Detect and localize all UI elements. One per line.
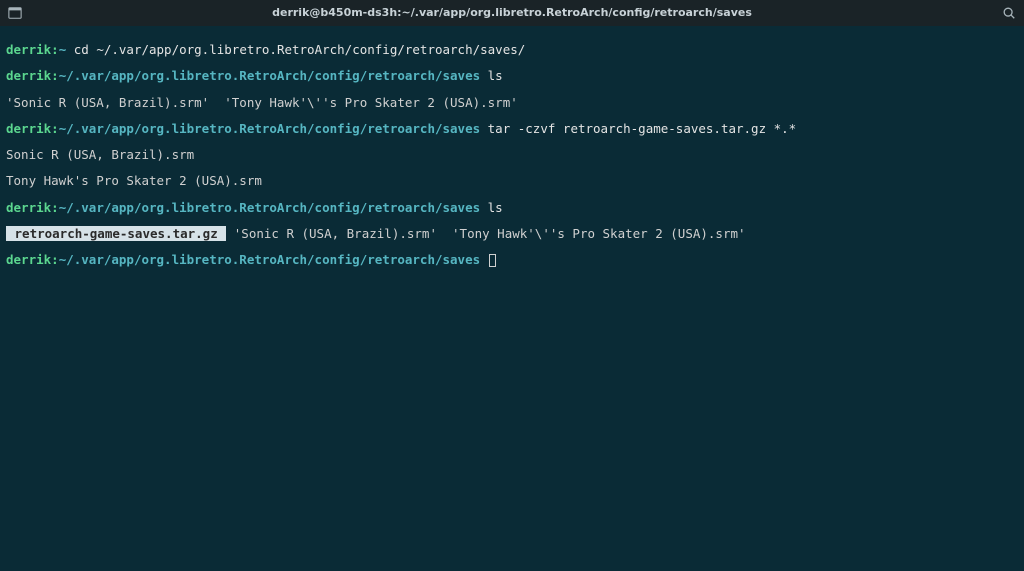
prompt-path: ~/.var/app/org.libretro.RetroArch/config… (59, 252, 480, 267)
terminal-line: derrik:~/.var/app/org.libretro.RetroArch… (6, 253, 1018, 267)
window-title: derrik@b450m-ds3h:~/.var/app/org.libretr… (272, 7, 752, 19)
prompt-sep: : (51, 121, 59, 136)
terminal-icon (8, 6, 22, 20)
prompt-sep: : (51, 68, 59, 83)
prompt-user: derrik (6, 42, 51, 57)
search-icon[interactable] (1002, 6, 1016, 20)
command-text (480, 121, 488, 136)
terminal-line: derrik:~/.var/app/org.libretro.RetroArch… (6, 69, 1018, 82)
prompt-user: derrik (6, 68, 51, 83)
prompt-user: derrik (6, 252, 51, 267)
terminal-output[interactable]: derrik:~ cd ~/.var/app/org.libretro.Retr… (0, 26, 1024, 284)
command-text (66, 42, 74, 57)
output-text: Sonic R (USA, Brazil).srm (6, 147, 194, 162)
terminal-line: Tony Hawk's Pro Skater 2 (USA).srm (6, 174, 1018, 187)
terminal-line: Sonic R (USA, Brazil).srm (6, 148, 1018, 161)
command-text: cd ~/.var/app/org.libretro.RetroArch/con… (74, 42, 526, 57)
terminal-line: derrik:~/.var/app/org.libretro.RetroArch… (6, 201, 1018, 214)
command-text: ls (488, 68, 503, 83)
output-text: 'Sonic R (USA, Brazil).srm' 'Tony Hawk'\… (6, 95, 518, 110)
prompt-path: ~/.var/app/org.libretro.RetroArch/config… (59, 121, 480, 136)
output-text: Tony Hawk's Pro Skater 2 (USA).srm (6, 173, 262, 188)
prompt-sep: : (51, 200, 59, 215)
prompt-path: ~/.var/app/org.libretro.RetroArch/config… (59, 68, 480, 83)
terminal-line: retroarch-game-saves.tar.gz 'Sonic R (US… (6, 227, 1018, 240)
prompt-path: ~/.var/app/org.libretro.RetroArch/config… (59, 200, 480, 215)
prompt-sep: : (51, 252, 59, 267)
prompt-user: derrik (6, 200, 51, 215)
terminal-line: 'Sonic R (USA, Brazil).srm' 'Tony Hawk'\… (6, 96, 1018, 109)
prompt-user: derrik (6, 121, 51, 136)
command-text: tar -czvf retroarch-game-saves.tar.gz *.… (488, 121, 797, 136)
archive-file-highlighted: retroarch-game-saves.tar.gz (6, 226, 226, 241)
command-text (480, 68, 488, 83)
window-titlebar: derrik@b450m-ds3h:~/.var/app/org.libretr… (0, 0, 1024, 26)
command-text: ls (488, 200, 503, 215)
output-text: 'Sonic R (USA, Brazil).srm' 'Tony Hawk'\… (226, 226, 745, 241)
command-text (480, 200, 488, 215)
terminal-line: derrik:~ cd ~/.var/app/org.libretro.Retr… (6, 43, 1018, 56)
terminal-line: derrik:~/.var/app/org.libretro.RetroArch… (6, 122, 1018, 135)
prompt-sep: : (51, 42, 59, 57)
command-text (480, 252, 488, 267)
titlebar-actions (1002, 6, 1016, 20)
terminal-cursor (489, 254, 496, 267)
